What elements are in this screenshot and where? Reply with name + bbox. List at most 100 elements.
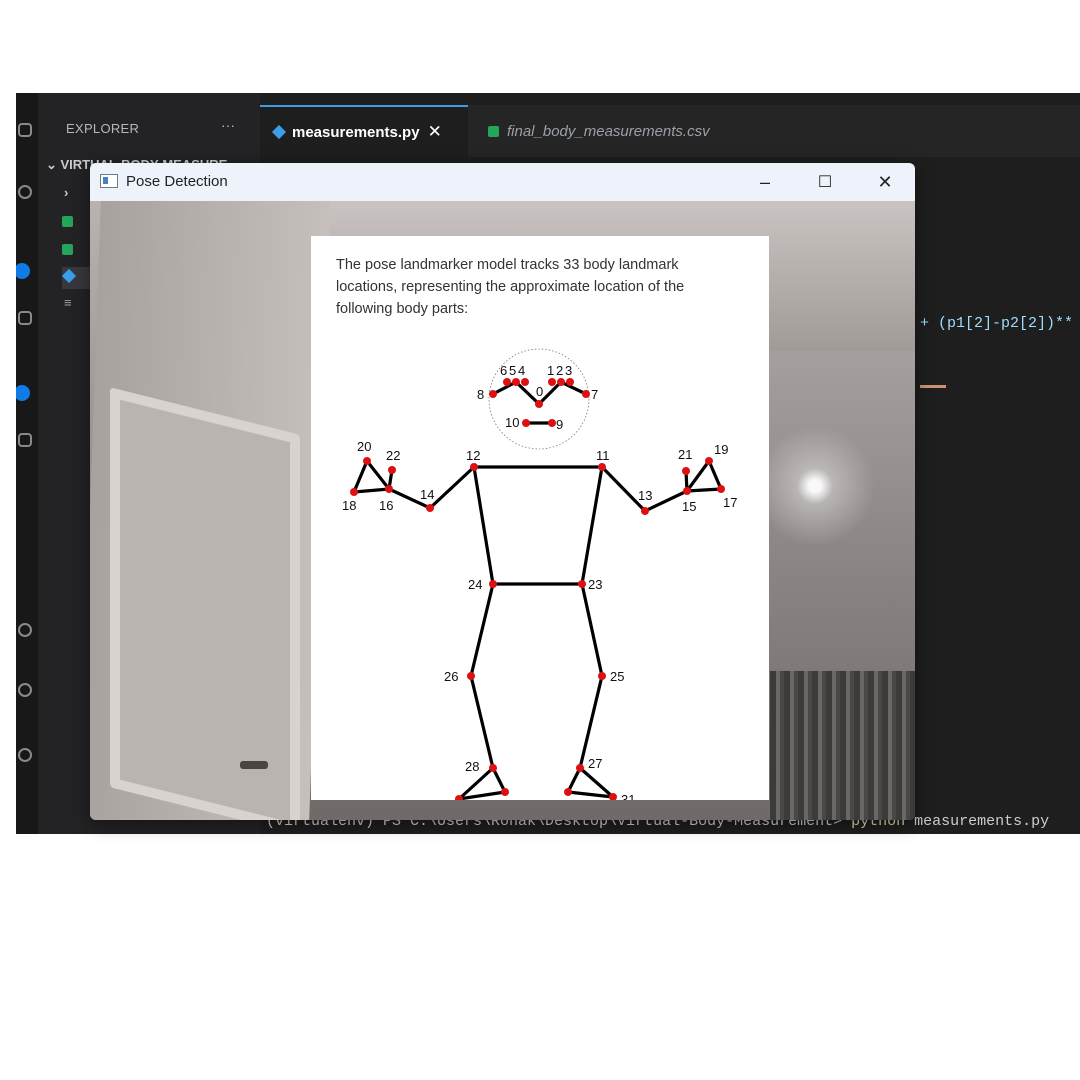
landmark-label-18: 18 xyxy=(342,498,356,513)
landmark-label-6: 6 xyxy=(500,363,507,378)
landmark-label-16: 16 xyxy=(379,498,393,513)
tab-label: measurements.py xyxy=(292,123,420,141)
landmark-label-2: 2 xyxy=(556,363,563,378)
landmark-point-20 xyxy=(363,457,371,465)
camera-door-handle xyxy=(240,761,268,769)
csv-file-icon xyxy=(62,244,73,256)
camera-door xyxy=(110,387,300,820)
window-title: Pose Detection xyxy=(126,173,228,190)
python-file-icon xyxy=(61,268,77,283)
landmark-label-28: 28 xyxy=(465,759,479,774)
settings-icon[interactable] xyxy=(18,748,32,762)
close-button[interactable]: ✕ xyxy=(855,163,915,201)
landmark-point-13 xyxy=(641,507,649,515)
minimize-button[interactable]: – xyxy=(735,163,795,201)
landmark-point-5 xyxy=(512,378,520,386)
landmark-label-0: 0 xyxy=(536,384,543,399)
landmark-point-7 xyxy=(582,390,590,398)
pose-landmark-diagram: The pose landmarker model tracks 33 body… xyxy=(311,236,769,800)
landmark-label-14: 14 xyxy=(420,487,434,502)
tree-file-txt[interactable]: ≡ xyxy=(64,295,72,315)
bone-18-20 xyxy=(352,459,369,494)
skeleton-svg: 01 2 345678910111213141516 1718192021222324… xyxy=(342,348,737,800)
source-control-badge-icon[interactable] xyxy=(16,263,30,279)
landmark-point-9 xyxy=(548,419,556,427)
bone-25-27 xyxy=(578,674,604,770)
files-icon[interactable] xyxy=(18,123,32,137)
skeleton-bones xyxy=(352,380,723,800)
landmark-label-13: 13 xyxy=(638,488,652,503)
landmark-point-10 xyxy=(522,419,530,427)
bone-11-23 xyxy=(580,465,604,586)
tree-file-csv-2[interactable] xyxy=(62,241,73,261)
maximize-button[interactable]: ☐ xyxy=(795,163,855,201)
activity-bar xyxy=(16,93,38,834)
landmark-point-11 xyxy=(598,463,606,471)
landmark-point-32 xyxy=(501,788,509,796)
code-line: + (p1[2]-p2[2])** xyxy=(920,315,1074,332)
landmark-label-26: 26 xyxy=(444,669,458,684)
landmark-point-21 xyxy=(682,467,690,475)
landmark-point-8 xyxy=(489,390,497,398)
landmark-label-1: 1 xyxy=(547,363,554,378)
landmark-point-28 xyxy=(489,764,497,772)
landmark-point-23 xyxy=(578,580,586,588)
landmark-label-19: 19 xyxy=(714,442,728,457)
landmark-point-25 xyxy=(598,672,606,680)
csv-file-icon xyxy=(62,216,73,228)
landmark-point-14 xyxy=(426,504,434,512)
landmark-label-25: 25 xyxy=(610,669,624,684)
landmark-label-22: 22 xyxy=(386,448,400,463)
remote-icon[interactable] xyxy=(18,433,32,447)
camera-curtain xyxy=(770,671,915,820)
python-file-icon xyxy=(271,124,287,140)
landmark-label-8: 8 xyxy=(477,387,484,402)
search-icon[interactable] xyxy=(18,185,32,199)
tab-final-body-measurements-csv[interactable]: final_body_measurements.csv xyxy=(474,105,760,157)
bone-24-26 xyxy=(469,582,495,678)
landmark-point-6 xyxy=(503,378,511,386)
landmark-label-12: 12 xyxy=(466,448,480,463)
bone-16-18 xyxy=(352,487,391,494)
bone-26-28 xyxy=(469,674,495,770)
landmark-label-31: 31 xyxy=(621,792,635,800)
editor-tab-bar: measurements.py ✕ final_body_measurement… xyxy=(260,105,1080,157)
landmark-label-5: 5 xyxy=(509,363,516,378)
tab-label: final_body_measurements.csv xyxy=(507,122,710,140)
manage-gear-icon[interactable] xyxy=(18,683,32,697)
landmark-point-1 xyxy=(548,378,556,386)
landmark-point-29 xyxy=(564,788,572,796)
landmark-point-27 xyxy=(576,764,584,772)
terminal-argument: measurements.py xyxy=(914,813,1050,830)
bone-12-14 xyxy=(428,465,476,510)
bone-27-29 xyxy=(566,766,582,794)
more-actions-icon[interactable]: ··· xyxy=(221,117,235,133)
window-titlebar[interactable]: Pose Detection – ☐ ✕ xyxy=(90,163,915,202)
landmark-label-21: 21 xyxy=(678,447,692,462)
landmark-point-4 xyxy=(521,378,529,386)
landmark-point-22 xyxy=(388,466,396,474)
landmark-label-23: 23 xyxy=(588,577,602,592)
landmark-label-27: 27 xyxy=(588,756,602,771)
landmark-label-3: 3 xyxy=(565,363,572,378)
tree-folder[interactable]: › xyxy=(64,185,68,205)
bone-23-25 xyxy=(580,582,604,678)
tab-measurements-py[interactable]: measurements.py ✕ xyxy=(260,105,468,157)
landmark-label-7: 7 xyxy=(591,387,598,402)
landmark-point-12 xyxy=(470,463,478,471)
extensions-badge-icon[interactable] xyxy=(16,385,30,401)
landmark-point-0 xyxy=(535,400,543,408)
landmark-label-10: 10 xyxy=(505,415,519,430)
landmark-label-24: 24 xyxy=(468,577,482,592)
tree-file-csv[interactable] xyxy=(62,213,73,233)
landmark-label-15: 15 xyxy=(682,499,696,514)
landmark-label-4: 4 xyxy=(518,363,525,378)
run-debug-icon[interactable] xyxy=(18,311,32,325)
bone-17-19 xyxy=(707,459,723,491)
landmark-point-3 xyxy=(566,378,574,386)
account-icon[interactable] xyxy=(18,623,32,637)
landmark-label-20: 20 xyxy=(357,439,371,454)
close-tab-icon[interactable]: ✕ xyxy=(428,122,442,142)
tree-file-py[interactable] xyxy=(61,267,77,287)
bone-16-20 xyxy=(365,459,391,491)
